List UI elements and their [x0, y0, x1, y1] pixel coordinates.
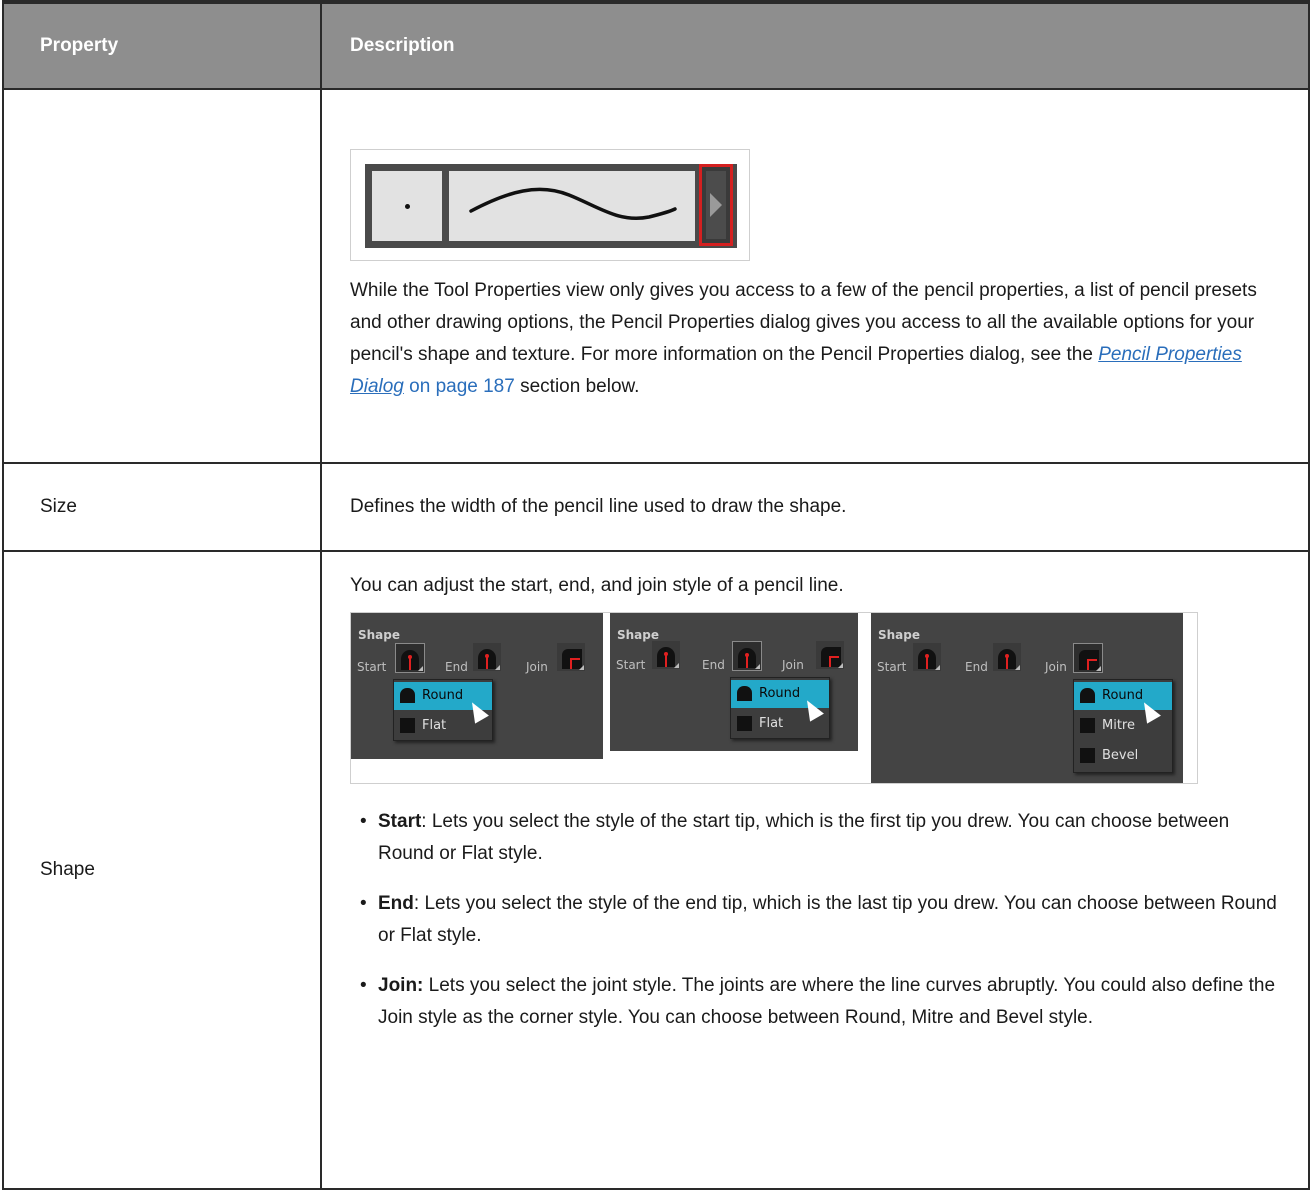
- list-item: Start: Lets you select the style of the …: [360, 806, 1282, 870]
- start-tip-button[interactable]: [652, 641, 680, 669]
- row1-paragraph: While the Tool Properties view only give…: [350, 280, 1257, 397]
- menu-item-round[interactable]: Round: [1074, 682, 1172, 710]
- round-tip-icon: [478, 649, 496, 669]
- round-tip-icon: [738, 648, 756, 668]
- table-header-row: Property Description: [2, 0, 1310, 90]
- join-button[interactable]: [557, 643, 585, 671]
- header-description: Description: [320, 0, 1310, 90]
- pencil-preview-bar: [365, 164, 737, 248]
- shape-screenshots: Shape Start End Join Round Flat Shape St…: [350, 612, 1198, 784]
- list-item: End: Lets you select the style of the en…: [360, 888, 1282, 952]
- page-reference-link[interactable]: on page 187: [404, 376, 515, 397]
- shape-panel-join: Shape Start End Join Round Mitre Bevel: [871, 613, 1183, 783]
- table-row: Shape You can adjust the start, end, and…: [2, 550, 1310, 1190]
- shape-panel-end: Shape Start End Join Round Flat: [610, 613, 858, 751]
- description-cell: While the Tool Properties view only give…: [320, 88, 1310, 464]
- start-tip-button[interactable]: [913, 643, 941, 671]
- stroke-preview: [449, 171, 695, 241]
- round-tip-icon: [401, 650, 419, 670]
- header-property: Property: [2, 0, 322, 90]
- properties-table: Property Description While the Tool Prop…: [2, 0, 1310, 1190]
- round-tip-icon: [998, 649, 1016, 669]
- property-cell: [2, 88, 322, 464]
- pencil-preview-image: [350, 149, 750, 261]
- open-pencil-properties-button[interactable]: [699, 164, 733, 246]
- tip-preview: [372, 171, 442, 241]
- table-row: Size Defines the width of the pencil lin…: [2, 462, 1310, 552]
- menu-item-bevel[interactable]: Bevel: [1074, 742, 1172, 770]
- description-cell: Defines the width of the pencil line use…: [320, 462, 1310, 552]
- property-cell: Size: [2, 462, 322, 552]
- end-tip-button[interactable]: [732, 641, 762, 671]
- shape-option-list: Start: Lets you select the style of the …: [350, 806, 1282, 1034]
- round-tip-icon: [918, 649, 936, 669]
- stroke-wave-icon: [469, 187, 677, 220]
- arrow-right-icon: [710, 193, 722, 217]
- shape-panel-start: Shape Start End Join Round Flat: [351, 613, 603, 759]
- join-style-menu: Round Mitre Bevel: [1073, 679, 1173, 773]
- list-item: Join: Lets you select the joint style. T…: [360, 970, 1282, 1034]
- end-tip-button[interactable]: [993, 643, 1021, 671]
- tip-dot-icon: [405, 204, 410, 209]
- property-cell: Shape: [2, 550, 322, 1190]
- description-cell: You can adjust the start, end, and join …: [320, 550, 1310, 1190]
- shape-intro: You can adjust the start, end, and join …: [350, 575, 844, 596]
- join-button[interactable]: [816, 641, 844, 669]
- start-tip-button[interactable]: [395, 643, 425, 673]
- end-tip-button[interactable]: [473, 643, 501, 671]
- round-tip-icon: [657, 647, 675, 667]
- table-row: While the Tool Properties view only give…: [2, 88, 1310, 464]
- join-button[interactable]: [1073, 643, 1103, 673]
